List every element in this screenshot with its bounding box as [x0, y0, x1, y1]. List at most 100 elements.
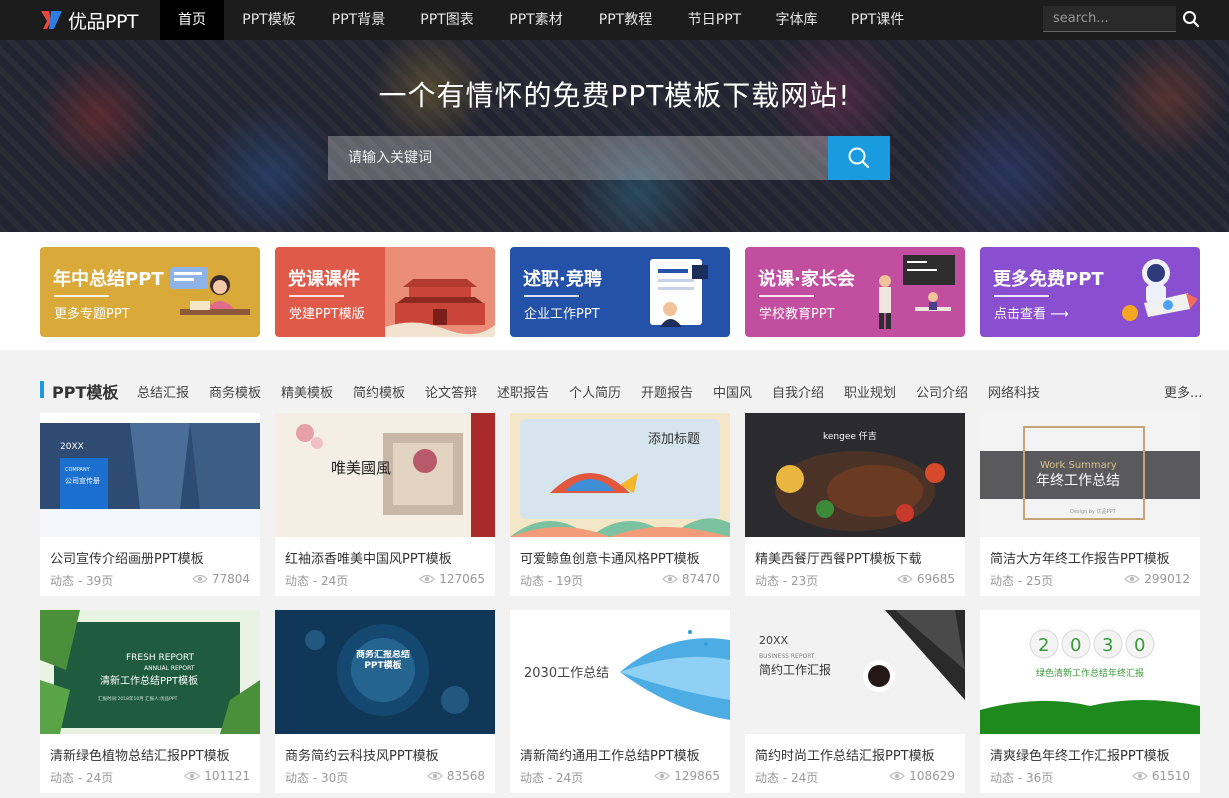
- template-thumbnail[interactable]: kengee 仟吉: [745, 413, 965, 537]
- thumb-text: BUSINESS REPORT: [759, 653, 815, 660]
- thumb-text: 20XX: [759, 634, 789, 647]
- template-meta: 动态 - 24页: [520, 771, 584, 785]
- category-tab[interactable]: 网络科技: [988, 382, 1040, 401]
- category-tab[interactable]: 简约模板: [353, 382, 405, 401]
- template-card[interactable]: kengee 仟吉 精美西餐厅西餐PPT模板下载 动态 - 23页 69685: [745, 413, 965, 596]
- template-card[interactable]: 20XX BUSINESS REPORT 简约工作汇报 简约时尚工作总结汇报PP…: [745, 610, 965, 793]
- category-tab[interactable]: 精美模板: [281, 382, 333, 401]
- site-logo[interactable]: 优品PPT: [38, 5, 139, 35]
- banner-title: 年中总结PPT: [53, 269, 164, 290]
- view-count: 101121: [184, 769, 250, 783]
- view-count: 83568: [426, 769, 485, 783]
- nav-search-input[interactable]: [1043, 6, 1176, 32]
- business-illustration: [650, 259, 708, 327]
- nav-item[interactable]: PPT图表: [403, 0, 491, 40]
- banner-subtitle: 企业工作PPT: [524, 307, 600, 322]
- template-thumbnail[interactable]: 商务汇报总结PPT模板: [275, 610, 495, 734]
- template-title[interactable]: 清新绿色植物总结汇报PPT模板: [50, 745, 255, 764]
- hero-search-input[interactable]: [328, 136, 828, 180]
- category-tab[interactable]: 中国风: [713, 382, 752, 401]
- banner-subtitle: 学校教育PPT: [759, 307, 835, 322]
- thumb-text: 唯美國風: [331, 459, 391, 477]
- template-title[interactable]: 精美西餐厅西餐PPT模板下载: [755, 548, 960, 567]
- thumb-text: kengee 仟吉: [823, 430, 877, 442]
- category-tab[interactable]: 自我介绍: [772, 382, 824, 401]
- template-title[interactable]: 清新简约通用工作总结PPT模板: [520, 745, 725, 764]
- category-tab[interactable]: 个人简历: [569, 382, 621, 401]
- thumb-text: 清新工作总结PPT模板: [100, 674, 198, 687]
- template-title[interactable]: 红袖添香唯美中国风PPT模板: [285, 548, 490, 567]
- template-thumbnail[interactable]: 唯美國風: [275, 413, 495, 537]
- template-meta: 动态 - 30页: [285, 771, 349, 785]
- template-card[interactable]: Work Summary 年终工作总结 Design by 优品PPT 简洁大方…: [980, 413, 1200, 596]
- category-tab[interactable]: 商务模板: [209, 382, 261, 401]
- thumb-text: 绿色清新工作总结年终汇报: [1036, 667, 1144, 679]
- banner-subtitle: 党建PPT模版: [289, 307, 365, 322]
- nav-item[interactable]: PPT素材: [491, 0, 581, 40]
- category-tab[interactable]: 职业规划: [844, 382, 896, 401]
- top-nav-bar: 优品PPT 首页 PPT模板 PPT背景 PPT图表 PPT素材 PPT教程 节日PPT 字体…: [0, 0, 1229, 40]
- category-tab[interactable]: 论文答辩: [425, 382, 477, 401]
- banner-report-competition[interactable]: 述职·竞聘 企业工作PPT: [510, 247, 730, 337]
- thumb-text: FRESH REPORT: [126, 653, 195, 663]
- eye-icon: [1131, 771, 1148, 781]
- thumb-text: Design by 优品PPT: [1070, 508, 1117, 515]
- banner-more-free-ppt[interactable]: 更多免费PPT 点击查看 ⟶: [980, 247, 1200, 337]
- divider: [759, 295, 814, 297]
- category-tab[interactable]: 公司介绍: [916, 382, 968, 401]
- hero-search-button[interactable]: [828, 136, 890, 180]
- eye-icon: [661, 574, 678, 584]
- template-card[interactable]: 唯美國風 红袖添香唯美中国风PPT模板 动态 - 24页 127065: [275, 413, 495, 596]
- template-title[interactable]: 可爱鲸鱼创意卡通风格PPT模板: [520, 548, 725, 567]
- category-tab[interactable]: 述职报告: [497, 382, 549, 401]
- nav-item[interactable]: PPT课件: [834, 0, 921, 40]
- banner-party-course[interactable]: 党课课件 党建PPT模版: [275, 247, 495, 337]
- template-card[interactable]: 20XX COMPANY 公司宣传册 公司宣传介绍画册PPT模板动态 - 39页…: [40, 413, 260, 596]
- nav-item[interactable]: 节日PPT: [670, 0, 759, 40]
- template-thumbnail[interactable]: 添加标题: [510, 413, 730, 537]
- thumb-text: ANNUAL REPORT: [144, 665, 195, 672]
- banner-school-education[interactable]: 说课·家长会 学校教育PPT: [745, 247, 965, 337]
- template-card[interactable]: FRESH REPORT ANNUAL REPORT 清新工作总结PPT模板 汇…: [40, 610, 260, 793]
- view-count-value: 83568: [446, 769, 485, 783]
- banner-midyear-summary[interactable]: 年中总结PPT 更多专题PPT: [40, 247, 260, 337]
- view-count-value: 299012: [1144, 572, 1190, 586]
- banner-subtitle: 点击查看 ⟶: [994, 307, 1069, 322]
- nav-item[interactable]: 字体库: [759, 0, 834, 40]
- nav-item[interactable]: 首页: [160, 0, 224, 40]
- nav-item[interactable]: PPT背景: [314, 0, 403, 40]
- banner-title: 党课课件: [288, 269, 360, 290]
- template-title[interactable]: 清爽绿色年终工作汇报PPT模板: [990, 745, 1195, 764]
- template-title[interactable]: 简约时尚工作总结汇报PPT模板: [755, 745, 960, 764]
- thumb-digit: 2: [1038, 635, 1049, 656]
- template-meta: 动态 - 25页: [990, 574, 1054, 588]
- template-card[interactable]: 商务汇报总结PPT模板 商务简约云科技风PPT模板动态 - 30页 83568: [275, 610, 495, 793]
- category-tab[interactable]: 开题报告: [641, 382, 693, 401]
- template-title[interactable]: 简洁大方年终工作报告PPT模板: [990, 548, 1195, 567]
- thumb-text: 汇报时间:2018年10月 汇报人:优品PPT: [98, 695, 178, 702]
- template-thumbnail[interactable]: 20XX BUSINESS REPORT 简约工作汇报: [745, 610, 965, 734]
- template-meta: 动态 - 39页: [50, 574, 114, 588]
- nav-item[interactable]: PPT模板: [224, 0, 314, 40]
- template-thumbnail[interactable]: FRESH REPORT ANNUAL REPORT 清新工作总结PPT模板 汇…: [40, 610, 260, 734]
- template-card[interactable]: 2030工作总结 清新简约通用工作总结PPT模板 动态 - 24页 129865: [510, 610, 730, 793]
- eye-icon: [426, 771, 443, 781]
- template-thumbnail[interactable]: 2030工作总结: [510, 610, 730, 734]
- template-card[interactable]: 添加标题 可爱鲸鱼创意卡通风格PPT模板 动态 - 19页 87470: [510, 413, 730, 596]
- nav-item[interactable]: PPT教程: [581, 0, 670, 40]
- thumb-text: 年终工作总结: [1036, 473, 1120, 489]
- view-count-value: 108629: [909, 769, 955, 783]
- logo-text: 优品PPT: [68, 10, 139, 33]
- template-thumbnail[interactable]: 2 0 3 0 绿色清新工作总结年终汇报: [980, 610, 1200, 734]
- more-link[interactable]: 更多...: [1164, 382, 1202, 401]
- template-thumbnail[interactable]: 20XX COMPANY 公司宣传册: [40, 413, 260, 537]
- category-tab[interactable]: 总结汇报: [137, 382, 189, 401]
- classroom-illustration: [879, 255, 955, 329]
- template-card[interactable]: 2 0 3 0 绿色清新工作总结年终汇报 清爽绿色年终工作汇报PPT模板 动态 -…: [980, 610, 1200, 793]
- search-icon[interactable]: [1180, 8, 1202, 30]
- template-title[interactable]: 商务简约云科技风PPT模板: [285, 745, 490, 764]
- tiananmen-illustration: [385, 247, 495, 337]
- template-thumbnail[interactable]: Work Summary 年终工作总结 Design by 优品PPT: [980, 413, 1200, 537]
- template-title[interactable]: 公司宣传介绍画册PPT模板: [50, 548, 255, 567]
- template-meta: 动态 - 24页: [755, 771, 819, 785]
